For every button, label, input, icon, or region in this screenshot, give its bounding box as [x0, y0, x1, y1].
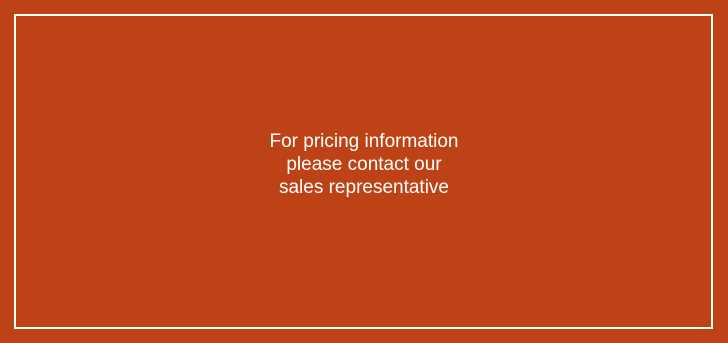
message-line-3: sales representative — [278, 177, 450, 198]
pricing-message: For pricing information please contact o… — [0, 130, 728, 199]
message-line-1: For pricing information — [269, 131, 459, 152]
message-line-2: please contact our — [286, 154, 442, 175]
pricing-banner: For pricing information please contact o… — [0, 0, 728, 343]
